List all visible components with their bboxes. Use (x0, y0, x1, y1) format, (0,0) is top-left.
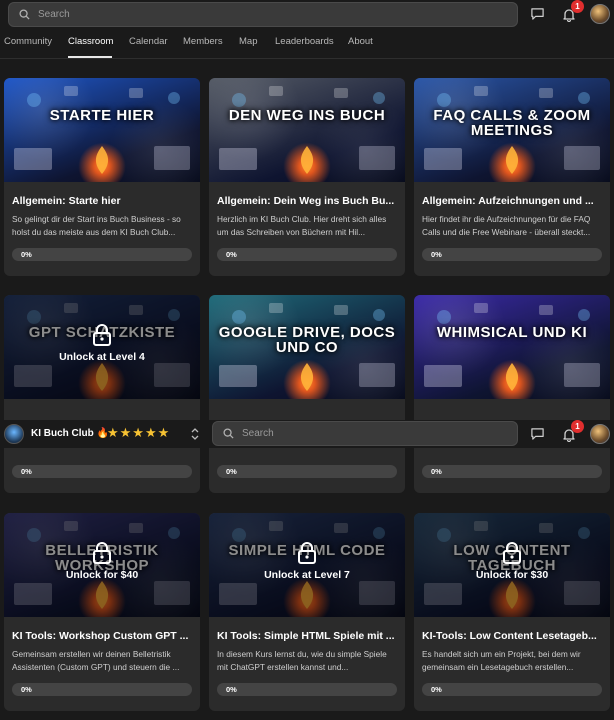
progress-label: 0% (21, 250, 32, 259)
course-card[interactable]: SIMPLE HTML CODE Unlock at Level 7 KI Tool… (209, 513, 405, 711)
sticky-group-bar: KI Buch Club 🔥 ★★★★★ Search 1 (0, 420, 614, 448)
course-title[interactable]: Allgemein: Starte hier (12, 195, 194, 207)
star-rating: ★★★★★ (107, 425, 171, 440)
lock-icon (93, 542, 111, 564)
course-thumbnail[interactable]: FAQ CALLS & ZOOM MEETINGS (414, 78, 610, 182)
course-card[interactable]: BELLETRISTIK WORKSHOP Unlock for $40 KI To… (4, 513, 200, 711)
top-bar: Search 1 (0, 0, 614, 28)
course-title[interactable]: Allgemein: Dein Weg ins Buch Bu... (217, 195, 399, 207)
lock-icon (503, 542, 521, 564)
progress-label: 0% (431, 250, 442, 259)
chat-button[interactable] (528, 425, 546, 443)
tab-calendar[interactable]: Calendar (129, 36, 168, 47)
group-name[interactable]: KI Buch Club 🔥 (31, 428, 109, 439)
thumbnail-art (219, 86, 395, 174)
progress-bar: 0% (217, 465, 397, 478)
course-description: Hier findet ihr die Aufzeichnungen für d… (422, 214, 591, 237)
tab-about[interactable]: About (348, 36, 373, 47)
progress-bar: 0% (422, 248, 602, 261)
course-card[interactable]: STARTE HIER Allgemein: Starte hier So geli… (4, 78, 200, 276)
locked-overlay[interactable]: Unlock at Level 7 (209, 513, 405, 617)
user-avatar[interactable] (590, 424, 610, 444)
locked-overlay[interactable]: Unlock at Level 4 (4, 295, 200, 399)
chat-icon (530, 428, 544, 440)
search-placeholder: Search (242, 428, 274, 439)
thumbnail-title: FAQ CALLS & ZOOM MEETINGS (433, 107, 591, 139)
course-description: So gelingt dir der Start ins Buch Busine… (12, 214, 181, 237)
thumbnail-title: WHIMSICAL UND KI (436, 324, 588, 341)
chat-button[interactable] (528, 5, 546, 23)
tab-classroom[interactable]: Classroom (68, 36, 113, 47)
course-thumbnail[interactable]: DEN WEG INS BUCH (209, 78, 405, 182)
unlock-requirement: Unlock for $30 (475, 569, 549, 581)
course-title[interactable]: KI Tools: Workshop Custom GPT ... (12, 630, 194, 642)
course-description: Herzlich im KI Buch Club. Hier dreht sic… (217, 214, 387, 237)
course-description: Gemeinsam erstellen wir deinen Belletris… (12, 649, 180, 672)
course-title[interactable]: KI-Tools: Low Content Lesetageb... (422, 630, 604, 642)
progress-bar: 0% (12, 248, 192, 261)
locked-overlay[interactable]: Unlock for $30 (414, 513, 610, 617)
course-card[interactable]: WHIMSICAL UND KI 0% (414, 295, 610, 493)
course-thumbnail[interactable]: WHIMSICAL UND KI (414, 295, 610, 399)
tab-community[interactable]: Community (4, 36, 52, 47)
course-description: In diesem Kurs lernst du, wie du simple … (217, 649, 387, 672)
thumbnail-art (14, 86, 190, 174)
course-card[interactable]: FAQ CALLS & ZOOM MEETINGS Allgemein: Aufz… (414, 78, 610, 276)
progress-label: 0% (226, 467, 237, 476)
course-card[interactable]: GPT SCHATZKISTEUnlock at Level 4Links0% (4, 295, 200, 493)
chat-icon (530, 8, 544, 20)
thumbnail-title: STARTE HIER (49, 107, 155, 124)
tab-map[interactable]: Map (239, 36, 257, 47)
notification-badge: 1 (571, 0, 584, 13)
course-description: Es handelt sich um ein Projekt, bei dem … (422, 649, 581, 672)
tab-leaderboards[interactable]: Leaderboards (275, 36, 334, 47)
progress-bar: 0% (12, 683, 192, 696)
user-avatar[interactable] (590, 4, 610, 24)
unlock-requirement: Unlock at Level 4 (59, 351, 145, 363)
progress-bar: 0% (12, 465, 192, 478)
group-switcher-button[interactable] (186, 425, 204, 443)
unlock-requirement: Unlock at Level 7 (264, 569, 350, 581)
course-title[interactable]: KI Tools: Simple HTML Spiele mit ... (217, 630, 399, 642)
notification-badge: 1 (571, 420, 584, 433)
thumbnail-art (424, 303, 600, 391)
lock-icon (298, 542, 316, 564)
course-thumbnail[interactable]: STARTE HIER (4, 78, 200, 182)
course-card[interactable]: LOW CONTENT TAGEBUCH Unlock for $30 KI-Too… (414, 513, 610, 711)
progress-label: 0% (431, 467, 442, 476)
search-placeholder: Search (38, 9, 70, 20)
group-logo[interactable] (4, 424, 24, 444)
chevron-up-down-icon (191, 428, 199, 440)
course-card[interactable]: DEN WEG INS BUCH Allgemein: Dein Weg ins … (209, 78, 405, 276)
progress-bar: 0% (422, 465, 602, 478)
thumbnail-title: DEN WEG INS BUCH (228, 107, 386, 124)
lock-icon (93, 324, 111, 346)
progress-label: 0% (21, 467, 32, 476)
tabs-divider (0, 58, 614, 59)
progress-label: 0% (226, 685, 237, 694)
sticky-search-bar[interactable]: Search (212, 421, 518, 446)
unlock-requirement: Unlock for $40 (65, 569, 139, 581)
search-icon (19, 9, 30, 20)
tab-members[interactable]: Members (183, 36, 223, 47)
course-card[interactable]: GOOGLE DRIVE, DOCS UND COGoogle Doc, She… (209, 295, 405, 493)
progress-bar: 0% (217, 248, 397, 261)
progress-bar: 0% (422, 683, 602, 696)
locked-overlay[interactable]: Unlock for $40 (4, 513, 200, 617)
course-title[interactable]: Allgemein: Aufzeichnungen und ... (422, 195, 604, 207)
search-icon (223, 428, 234, 439)
course-thumbnail[interactable]: GOOGLE DRIVE, DOCS UND CO (209, 295, 405, 399)
progress-bar: 0% (217, 683, 397, 696)
progress-label: 0% (21, 685, 32, 694)
progress-label: 0% (226, 250, 237, 259)
search-bar[interactable]: Search (8, 2, 518, 27)
thumbnail-title: GOOGLE DRIVE, DOCS UND CO (218, 324, 396, 356)
progress-label: 0% (431, 685, 442, 694)
